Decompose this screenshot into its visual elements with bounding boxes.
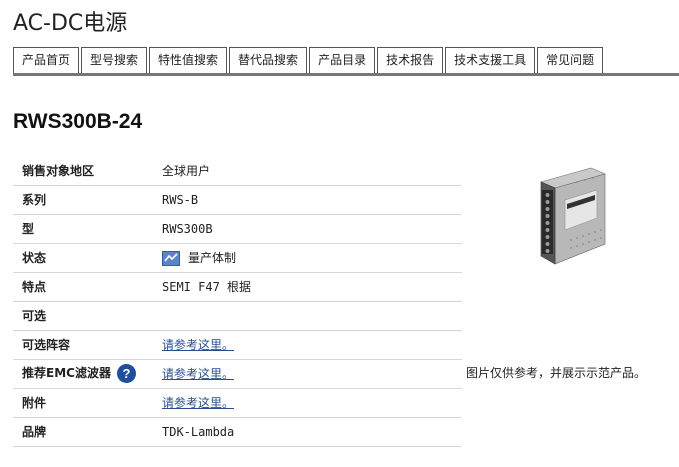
spec-value bbox=[162, 301, 462, 330]
main-nav-tabs: 产品首页 型号搜索 特性值搜索 替代品搜索 产品目录 技术报告 技术支援工具 常… bbox=[13, 47, 679, 76]
tab-characteristic-search[interactable]: 特性值搜索 bbox=[149, 47, 228, 73]
accessories-link[interactable]: 请参考这里。 bbox=[162, 396, 234, 410]
tab-technical-support-tools[interactable]: 技术支援工具 bbox=[445, 47, 536, 73]
spec-row-accessories: 附件 请参考这里。 bbox=[13, 388, 462, 417]
spec-label: 型 bbox=[22, 222, 35, 236]
spec-value: RWS300B bbox=[162, 221, 213, 236]
spec-row-status: 状态 量产体制 bbox=[13, 243, 462, 272]
spec-label: 系列 bbox=[22, 193, 47, 207]
spec-label: 特点 bbox=[22, 280, 47, 294]
spec-label: 销售对象地区 bbox=[22, 163, 95, 178]
tab-model-search[interactable]: 型号搜索 bbox=[81, 47, 148, 73]
spec-label: 附件 bbox=[22, 396, 47, 410]
spec-row-features: 特点 SEMI F47 根据 bbox=[13, 272, 462, 301]
option-lineup-link[interactable]: 请参考这里。 bbox=[162, 338, 234, 352]
tab-product-home[interactable]: 产品首页 bbox=[13, 47, 80, 73]
mass-production-status-icon bbox=[162, 251, 180, 266]
spec-label: 可选阵容 bbox=[22, 338, 71, 352]
spec-value: RWS-B bbox=[162, 192, 199, 207]
spec-value: SEMI F47 根据 bbox=[162, 280, 252, 294]
spec-row-emc-filter: 推荐EMC滤波器? 请参考这里。 bbox=[13, 359, 462, 388]
tab-product-catalog[interactable]: 产品目录 bbox=[309, 47, 376, 73]
product-model-title: RWS300B-24 bbox=[13, 110, 143, 133]
tab-technical-reports[interactable]: 技术报告 bbox=[377, 47, 444, 73]
spec-value: 全球用户 bbox=[162, 163, 211, 178]
emc-filter-link[interactable]: 请参考这里。 bbox=[162, 367, 234, 381]
tab-faq[interactable]: 常见问题 bbox=[537, 47, 604, 73]
spec-row-series: 系列 RWS-B bbox=[13, 185, 462, 214]
spec-row-type: 型 RWS300B bbox=[13, 214, 462, 243]
page-title: AC-DC电源 bbox=[13, 11, 128, 36]
spec-value: 量产体制 bbox=[188, 251, 237, 265]
spec-row-brand: 品牌 TDK-Lambda bbox=[13, 417, 462, 446]
spec-row-options: 可选 bbox=[13, 301, 462, 330]
product-image bbox=[540, 167, 606, 265]
spec-label: 状态 bbox=[22, 251, 47, 265]
spec-row-sales-region: 销售对象地区 全球用户 bbox=[13, 156, 462, 185]
help-icon[interactable]: ? bbox=[116, 364, 136, 383]
spec-table: 销售对象地区 全球用户 系列 RWS-B 型 RWS300B 状态 量产体制 特… bbox=[13, 156, 462, 447]
spec-label: 可选 bbox=[22, 309, 47, 323]
spec-value: TDK-Lambda bbox=[162, 424, 235, 439]
spec-label: 推荐EMC滤波器 bbox=[22, 366, 111, 380]
spec-row-option-lineup: 可选阵容 请参考这里。 bbox=[13, 330, 462, 359]
image-caption: 图片仅供参考，并展示示范产品。 bbox=[466, 366, 647, 380]
spec-label: 品牌 bbox=[22, 425, 47, 439]
tab-alternative-search[interactable]: 替代品搜索 bbox=[229, 47, 308, 73]
